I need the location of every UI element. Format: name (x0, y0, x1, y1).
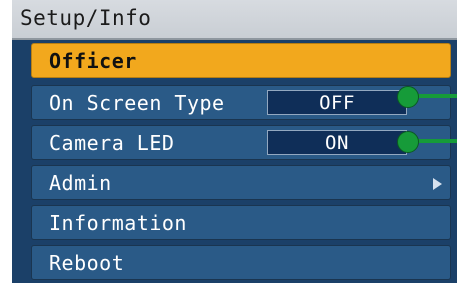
on-screen-type-value: OFF (319, 92, 355, 114)
menu-item-label: On Screen Type (49, 91, 225, 115)
camera-led-value: ON (325, 132, 349, 154)
menu-item-on-screen-type[interactable]: On Screen Type OFF (31, 85, 451, 120)
menu-item-information[interactable]: Information (31, 205, 451, 240)
on-screen-type-value-box[interactable]: OFF (267, 90, 407, 115)
menu-item-officer[interactable]: Officer (31, 43, 451, 78)
callout-dot-icon (397, 131, 419, 153)
page-title: Setup/Info (20, 6, 152, 30)
menu-item-label: Admin (49, 171, 112, 195)
camera-led-value-box[interactable]: ON (267, 130, 407, 155)
menu-item-label: Camera LED (49, 131, 175, 155)
camera-screen: Setup/Info Officer On Screen Type OFF Ca… (12, 0, 457, 283)
menu-item-camera-led[interactable]: Camera LED ON (31, 125, 451, 160)
menu-header: Setup/Info (12, 0, 457, 40)
menu-item-label: Officer (49, 49, 137, 73)
menu-item-label: Reboot (49, 251, 125, 275)
chevron-right-icon (433, 178, 442, 190)
menu-item-label: Information (49, 211, 187, 235)
menu-item-reboot[interactable]: Reboot (31, 245, 451, 280)
callout-dot-icon (397, 86, 419, 108)
menu-item-admin[interactable]: Admin (31, 165, 451, 200)
